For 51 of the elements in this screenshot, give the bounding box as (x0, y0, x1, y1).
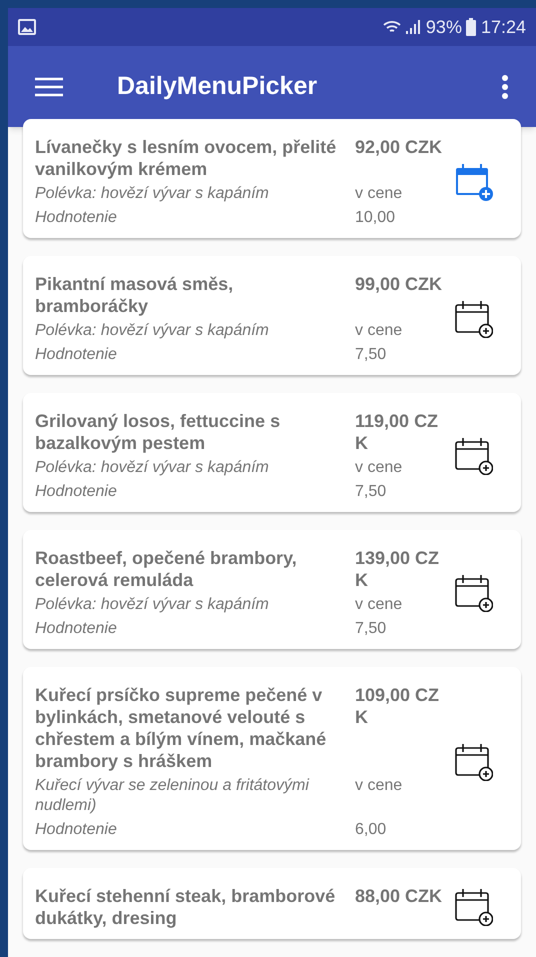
calendar-add-icon[interactable] (453, 437, 493, 475)
meal-card[interactable]: Kuřecí stehenní steak, bramborové dukátky, dresing 88,00 CZK (23, 868, 521, 939)
calendar-add-icon[interactable] (453, 743, 493, 781)
soup-price: v cene (355, 458, 404, 478)
meal-price: 92,00 CZK (355, 136, 444, 159)
meal-name: Roastbeef, opečené brambory, celerová remuláda (35, 547, 298, 591)
app-title: DailyMenuPicker (117, 70, 318, 102)
meal-price: 99,00 CZK (355, 273, 444, 296)
soup-price: v cene (355, 321, 404, 341)
meal-card[interactable]: Roastbeef, opečené brambory, celerová remuláda 139,00 CZK Polévka: hovězí vývar s kapáním v cene Hodnotenie 7,50 (23, 530, 521, 649)
soup-name: Polévka: hovězí vývar s kapáním (35, 458, 270, 478)
soup-price: v cene (355, 595, 404, 615)
meal-name: Kuřecí stehenní steak, bramborové dukátky, dresing (35, 885, 336, 929)
meal-price: 109,00 CZK (355, 684, 440, 729)
battery-icon (466, 18, 476, 36)
meal-name: Lívanečky s lesním ovocem, přelité vanilkovým krémem (35, 136, 338, 180)
soup-name: Polévka: hovězí vývar s kapáním (35, 321, 270, 341)
soup-name: Kuřecí vývar se zeleninou a fritátovými nudlemi) (35, 776, 310, 816)
soup-price: v cene (355, 776, 404, 796)
rating-value: 6,00 (355, 820, 388, 840)
rating-label: Hodnotenie (35, 619, 118, 639)
calendar-add-icon[interactable] (453, 888, 493, 926)
soup-name: Polévka: hovězí vývar s kapáním (35, 595, 270, 615)
meal-name: Grilovaný losos, fettuccine s bazalkovým pestem (35, 410, 282, 454)
rating-value: 7,50 (355, 345, 388, 365)
signal-icon (404, 19, 422, 35)
meal-price: 139,00 CZK (355, 547, 440, 591)
rating-value: 7,50 (355, 482, 388, 502)
battery-percent: 93% (426, 16, 462, 38)
meal-card[interactable]: Pikantní masová směs, bramboráčky 99,00 CZK Polévka: hovězí vývar s kapáním v cene Hodnotenie 7,50 (23, 256, 521, 375)
image-icon (18, 19, 36, 35)
rating-label: Hodnotenie (35, 820, 118, 840)
meal-name: Kuřecí prsíčko supreme pečené v bylinkách, smetanové velouté s chřestem a bílým vínem, mačkané brambory s hráškem (35, 684, 328, 772)
meal-price: 88,00 CZK (355, 885, 444, 908)
meal-name: Pikantní masová směs, bramboráčky (35, 273, 234, 317)
calendar-add-icon[interactable] (453, 300, 493, 338)
soup-name: Polévka: hovězí vývar s kapáním (35, 184, 270, 204)
clock-time: 17:24 (480, 16, 526, 38)
meal-card[interactable]: Kuřecí prsíčko supreme pečené v bylinkách, smetanové velouté s chřestem a bílým vínem, mačkané brambory s hráškem 109,00 CZK Kuřecí vývar se zeleninou a fritátovými nudlemi) v cene Hodnotenie 6,00 (23, 667, 521, 850)
meal-card[interactable]: Grilovaný losos, fettuccine s bazalkovým pestem 119,00 CZK Polévka: hovězí vývar s kapáním v cene Hodnotenie 7,50 (23, 393, 521, 512)
rating-label: Hodnotenie (35, 208, 118, 228)
meal-price: 119,00 CZK (355, 410, 440, 454)
rating-label: Hodnotenie (35, 482, 118, 502)
meal-card[interactable]: Lívanečky s lesním ovocem, přelité vanilkovým krémem 92,00 CZK Polévka: hovězí vývar s kapáním v cene Hodnotenie 10,00 (23, 119, 521, 238)
rating-label: Hodnotenie (35, 345, 118, 365)
rating-value: 7,50 (355, 619, 388, 639)
rating-value: 10,00 (355, 208, 396, 228)
calendar-add-icon[interactable] (453, 574, 493, 612)
menu-icon[interactable] (35, 76, 63, 96)
soup-price: v cene (355, 184, 404, 204)
more-options-icon[interactable] (501, 74, 509, 98)
